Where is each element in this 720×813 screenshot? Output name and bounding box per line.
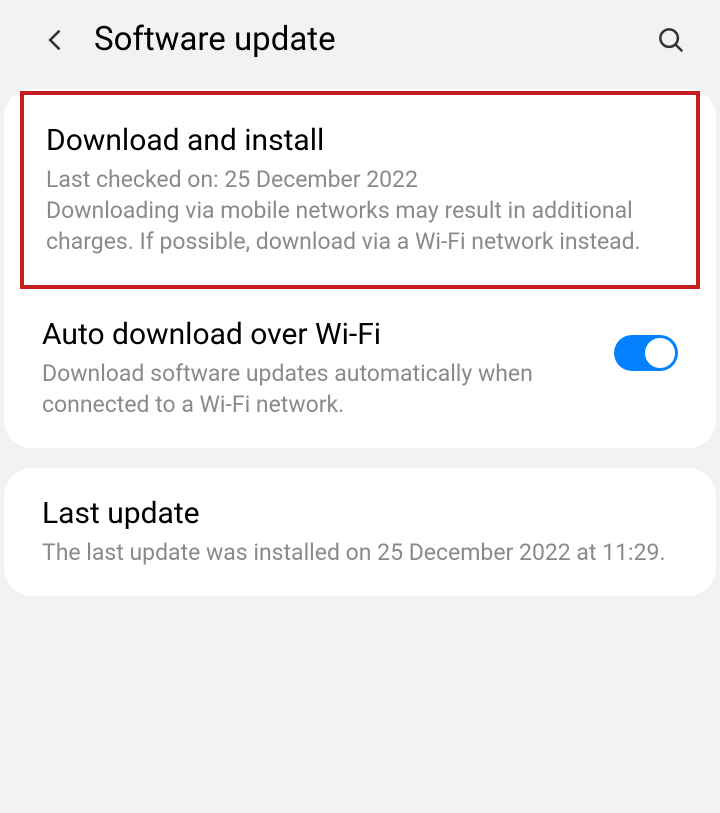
auto-download-item[interactable]: Auto download over Wi-Fi Download softwa… [4, 289, 716, 448]
last-update-description: The last update was installed on 25 Dece… [42, 537, 678, 568]
auto-download-text: Auto download over Wi-Fi Download softwa… [42, 317, 614, 420]
header: Software update [0, 0, 720, 89]
auto-download-description: Download software updates automatically … [42, 358, 594, 420]
toggle-knob [644, 337, 676, 369]
last-update-title: Last update [42, 496, 678, 531]
page-title: Software update [94, 20, 656, 59]
auto-download-title: Auto download over Wi-Fi [42, 317, 594, 352]
settings-card-last-update: Last update The last update was installe… [4, 468, 716, 596]
download-install-title: Download and install [46, 123, 674, 158]
settings-card-main: Download and install Last checked on: 25… [4, 89, 716, 448]
download-install-last-checked: Last checked on: 25 December 2022 [46, 164, 674, 195]
download-install-item[interactable]: Download and install Last checked on: 25… [20, 91, 700, 289]
last-update-item[interactable]: Last update The last update was installe… [4, 468, 716, 596]
auto-download-toggle[interactable] [614, 335, 678, 371]
search-icon[interactable] [656, 25, 686, 55]
download-install-warning: Downloading via mobile networks may resu… [46, 195, 674, 257]
back-icon[interactable] [42, 26, 70, 54]
